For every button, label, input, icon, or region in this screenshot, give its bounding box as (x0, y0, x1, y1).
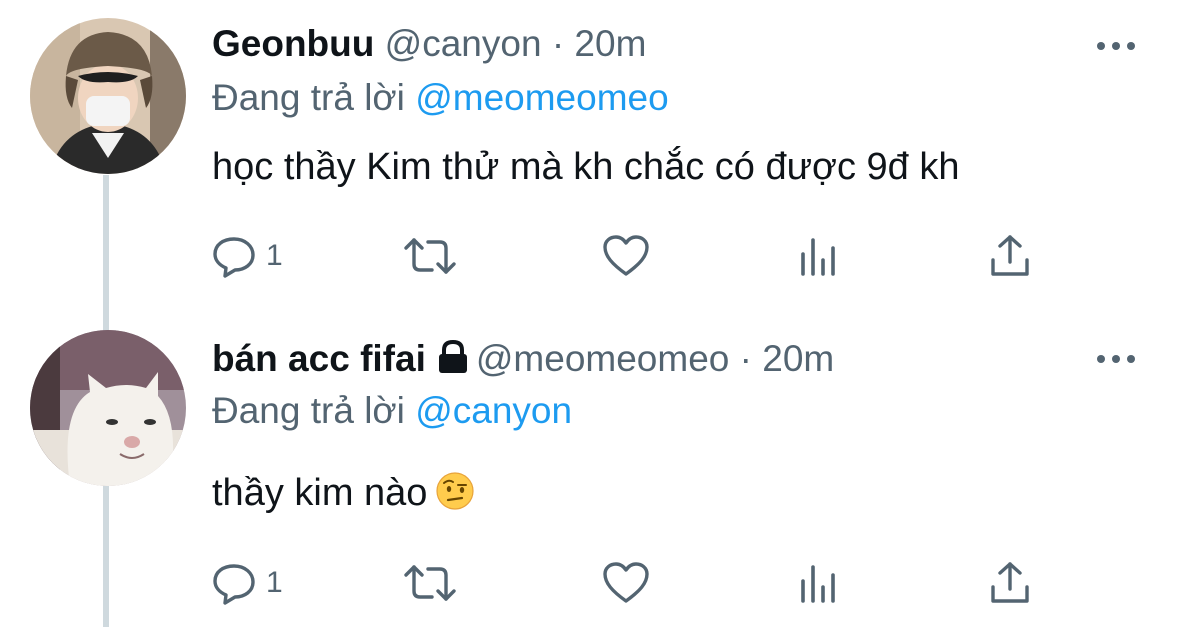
share-icon (991, 235, 1029, 276)
tweet-actions: 1 (212, 231, 1052, 281)
reply-button[interactable]: 1 (212, 231, 283, 281)
more-options-button[interactable] (1094, 36, 1138, 56)
retweet-icon (404, 565, 456, 601)
views-button[interactable] (798, 231, 840, 281)
like-button[interactable] (602, 231, 650, 281)
more-horizontal-icon (1097, 355, 1105, 363)
like-button[interactable] (602, 558, 650, 608)
retweet-icon (404, 238, 456, 274)
retweet-button[interactable] (402, 558, 458, 608)
replying-to-label: Đang trả lời (212, 77, 405, 118)
more-horizontal-icon (1097, 42, 1105, 50)
more-options-button[interactable] (1094, 349, 1138, 369)
mention-link[interactable]: @canyon (415, 390, 572, 431)
reply-button[interactable]: 1 (212, 558, 283, 608)
display-name[interactable]: Geonbuu (212, 23, 374, 64)
reply-count: 1 (266, 566, 283, 599)
like-heart-icon (603, 562, 649, 603)
tweet-header: Geonbuu @canyon · 20m (212, 22, 646, 66)
tweet-actions: 1 (212, 558, 1052, 608)
avatar[interactable] (30, 330, 186, 486)
analytics-icon (801, 238, 835, 276)
views-button[interactable] (798, 558, 840, 608)
reply-count: 1 (266, 239, 283, 272)
replying-to-label: Đang trả lời (212, 390, 405, 431)
display-name[interactable]: bán acc fifai (212, 338, 426, 379)
avatar[interactable] (30, 18, 186, 174)
lock-icon (438, 339, 467, 373)
retweet-button[interactable] (402, 231, 458, 281)
share-button[interactable] (988, 558, 1032, 608)
separator-dot: · (551, 23, 565, 64)
replying-to: Đang trả lời @meomeomeo (212, 76, 669, 120)
tweet-text: thầy kim nào (212, 470, 475, 516)
user-handle[interactable]: @canyon (385, 23, 542, 64)
user-handle[interactable]: @meomeomeo (476, 338, 730, 379)
tweet-text-content: thầy kim nào (212, 472, 428, 514)
timestamp[interactable]: 20m (574, 23, 646, 64)
analytics-icon (801, 565, 835, 603)
reply-icon (213, 237, 255, 278)
mention-link[interactable]: @meomeomeo (415, 77, 669, 118)
share-icon (991, 562, 1029, 603)
face-with-raised-eyebrow-icon (436, 472, 475, 510)
like-heart-icon (603, 235, 649, 276)
separator-dot: · (739, 338, 752, 379)
timestamp[interactable]: 20m (762, 338, 834, 379)
share-button[interactable] (988, 231, 1032, 281)
tweet-header: bán acc fifai @meomeomeo · 20m (212, 337, 834, 381)
reply-icon (213, 564, 255, 605)
replying-to: Đang trả lời @canyon (212, 389, 572, 433)
tweet-text: học thầy Kim thử mà kh chắc có được 9đ k… (212, 146, 960, 188)
